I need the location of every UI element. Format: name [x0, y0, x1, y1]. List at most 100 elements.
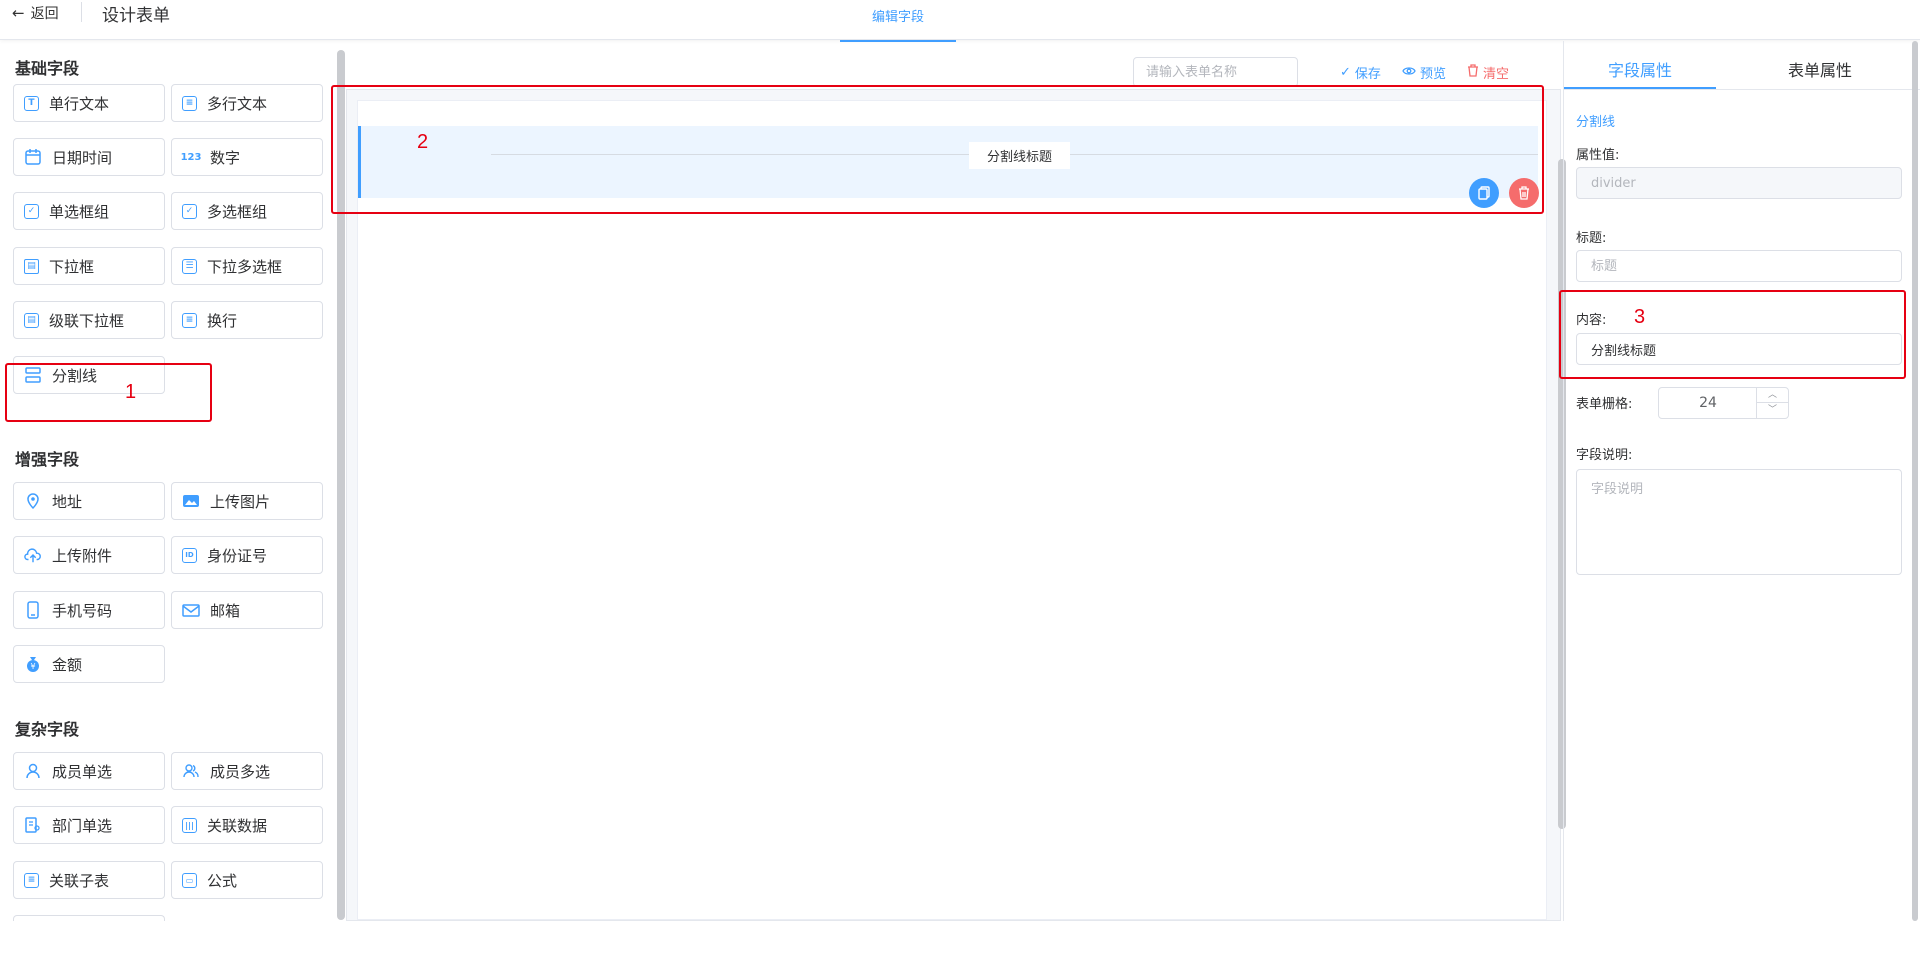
- checkbox-icon: ✓: [182, 203, 197, 219]
- radio-icon: ✓: [24, 203, 39, 219]
- field-label: 换行: [207, 311, 238, 330]
- grid-value[interactable]: 24: [1659, 388, 1757, 418]
- money-bag-icon: ¥: [24, 655, 42, 673]
- tab-field-properties[interactable]: 字段属性: [1564, 49, 1716, 89]
- field-label: 单选框组: [49, 202, 110, 221]
- group-title-complex: 复杂字段: [15, 720, 80, 739]
- id-card-icon: ID: [182, 547, 197, 563]
- field-cascader[interactable]: ▤ 级联下拉框: [13, 301, 165, 339]
- field-label: 日期时间: [52, 148, 113, 167]
- field-id-card[interactable]: ID 身份证号: [171, 536, 323, 574]
- field-member-single[interactable]: 成员单选: [13, 752, 165, 790]
- field-label: 身份证号: [207, 546, 268, 565]
- copy-field-button[interactable]: [1469, 178, 1499, 208]
- field-phone[interactable]: 手机号码: [13, 591, 165, 629]
- field-label: 金额: [52, 655, 83, 674]
- field-radio-group[interactable]: ✓ 单选框组: [13, 192, 165, 230]
- title-input[interactable]: [1576, 250, 1902, 282]
- select-icon: ▤: [24, 258, 39, 274]
- stepper-buttons: ︿ ﹀: [1756, 388, 1788, 418]
- field-email[interactable]: 邮箱: [171, 591, 323, 629]
- delete-field-button[interactable]: [1509, 178, 1539, 208]
- back-button[interactable]: ← 返回: [12, 3, 59, 23]
- field-department-single[interactable]: 部门单选: [13, 806, 165, 844]
- cascader-icon: ▤: [24, 312, 39, 328]
- mail-icon: [182, 601, 200, 619]
- field-label: 关联数据: [207, 816, 268, 835]
- annotation-number-2: 2: [417, 131, 429, 153]
- field-select[interactable]: ▤ 下拉框: [13, 247, 165, 285]
- link-data-icon: |||: [182, 817, 197, 833]
- property-panel: 字段属性 表单属性 分割线 属性值: 标题: 内容: 表单栅格: 24 ︿ ﹀ …: [1563, 41, 1920, 921]
- multi-select-icon: ☰: [182, 258, 197, 274]
- copy-icon: [1478, 186, 1490, 200]
- eye-icon: [1402, 65, 1416, 81]
- number-icon: 123: [180, 151, 202, 163]
- field-checkbox-group[interactable]: ✓ 多选框组: [171, 192, 323, 230]
- form-canvas: 分割线标题: [346, 89, 1566, 921]
- image-icon: [182, 492, 200, 510]
- tab-edit-fields[interactable]: 编辑字段: [840, 0, 956, 42]
- field-address[interactable]: 地址: [13, 482, 165, 520]
- field-label: 关联子表: [49, 871, 110, 890]
- field-label: 邮箱: [210, 601, 241, 620]
- annotation-number-1: 1: [125, 381, 137, 403]
- field-divider[interactable]: 分割线: [13, 356, 165, 394]
- field-related-subtable[interactable]: ≡ 关联子表: [13, 861, 165, 899]
- field-type-label: 分割线: [1576, 115, 1616, 130]
- grid-stepper[interactable]: 24 ︿ ﹀: [1658, 387, 1789, 419]
- tab-form-properties[interactable]: 表单属性: [1744, 49, 1896, 89]
- clear-button[interactable]: 清空: [1467, 63, 1509, 82]
- subtable-icon: ≡: [24, 872, 39, 888]
- chevron-down-icon[interactable]: ﹀: [1757, 403, 1788, 418]
- content-label: 内容:: [1576, 313, 1607, 328]
- desc-textarea[interactable]: [1576, 469, 1902, 575]
- users-icon: [182, 762, 200, 780]
- calendar-icon: [24, 148, 42, 166]
- grid-label: 表单栅格:: [1576, 397, 1633, 412]
- field-upload-image[interactable]: 上传图片: [171, 482, 323, 520]
- save-button[interactable]: ✓ 保存: [1340, 63, 1381, 82]
- preview-button[interactable]: 预览: [1402, 63, 1446, 82]
- chevron-up-icon[interactable]: ︿: [1757, 388, 1788, 403]
- canvas-drop-zone[interactable]: 分割线标题: [357, 100, 1566, 920]
- phone-icon: [24, 601, 42, 619]
- field-upload-attachment[interactable]: 上传附件: [13, 536, 165, 574]
- title-label: 标题:: [1576, 231, 1607, 246]
- field-formula[interactable]: ▭ 公式: [171, 861, 323, 899]
- back-label: 返回: [30, 6, 59, 22]
- left-scrollbar[interactable]: [337, 50, 345, 920]
- field-partial[interactable]: [13, 915, 165, 921]
- trash-icon: [1467, 64, 1479, 81]
- field-datetime[interactable]: 日期时间: [13, 138, 165, 176]
- linebreak-icon: ≡: [182, 312, 197, 328]
- content-input[interactable]: [1576, 333, 1902, 365]
- page-title: 设计表单: [102, 6, 170, 26]
- field-multi-select[interactable]: ☰ 下拉多选框: [171, 247, 323, 285]
- divider-icon: [24, 366, 42, 384]
- field-linebreak[interactable]: ≡ 换行: [171, 301, 323, 339]
- field-label: 公式: [207, 871, 238, 890]
- tab-underline: [1564, 89, 1920, 90]
- field-related-data[interactable]: ||| 关联数据: [171, 806, 323, 844]
- form-name-input[interactable]: [1133, 57, 1298, 87]
- field-label: 多选框组: [207, 202, 268, 221]
- field-label: 成员多选: [210, 762, 271, 781]
- department-icon: [24, 816, 42, 834]
- group-title-basic: 基础字段: [15, 59, 80, 78]
- text-icon: T: [24, 95, 39, 111]
- field-single-line-text[interactable]: T 单行文本: [13, 84, 165, 122]
- field-member-multi[interactable]: 成员多选: [171, 752, 323, 790]
- field-number[interactable]: 123 数字: [171, 138, 323, 176]
- right-scrollbar[interactable]: [1912, 41, 1918, 921]
- divider-field-item[interactable]: 分割线标题: [358, 126, 1539, 208]
- svg-text:¥: ¥: [30, 662, 35, 671]
- preview-label: 预览: [1420, 67, 1447, 82]
- field-multi-line-text[interactable]: ≡ 多行文本: [171, 84, 323, 122]
- field-label: 多行文本: [207, 94, 268, 113]
- field-label: 数字: [210, 148, 241, 167]
- form-canvas-area: ✓ 保存 预览 清空 分割线标题: [346, 41, 1566, 921]
- field-amount[interactable]: ¥ 金额: [13, 645, 165, 683]
- field-label: 级联下拉框: [49, 311, 125, 330]
- formula-icon: ▭: [182, 872, 197, 888]
